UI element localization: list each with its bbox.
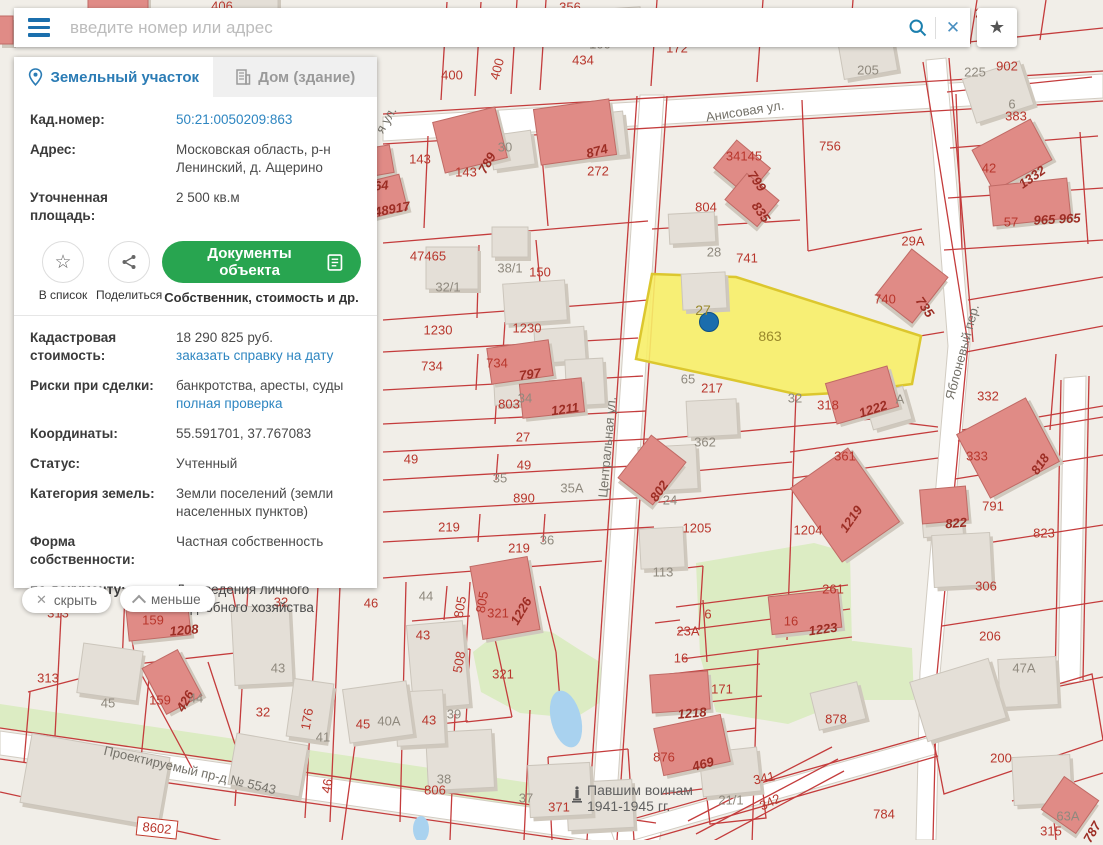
collapse-panel-button[interactable]: меньше [120,586,215,612]
docs-button-label: Документы объекта [180,245,319,279]
building-residential [876,249,948,328]
building-icon [235,69,251,85]
field-value: Частная собственность [176,534,323,549]
star-outline-icon: ☆ [42,241,84,283]
building-residential [768,589,845,638]
building-residential [920,486,972,528]
object-documents-button[interactable]: Документы объекта [162,241,361,283]
building-residential [533,99,620,169]
building-residential [989,178,1074,230]
divider [14,315,377,316]
hide-panel-button[interactable]: ✕ скрыть [22,587,111,613]
field-label: Кадастровая стоимость: [30,329,176,365]
field-link[interactable]: заказать справку на дату [176,347,361,365]
field-row: Статус:Учтенный [30,455,361,473]
field-row: Категория земель:Земли поселений (земли … [30,485,361,521]
hide-label: скрыть [54,593,97,608]
building [998,657,1062,712]
field-label: Форма собственности: [30,533,176,569]
share-button[interactable]: Поделиться [96,241,162,302]
building [503,280,571,328]
memorial-icon [571,786,583,804]
field-value: Земли поселений (земли населенных пункто… [176,486,333,519]
parcel-marker [700,313,719,332]
share-icon [108,241,150,283]
panel-tabs: Земельный участок Дом (здание) [14,57,377,97]
field-label: Кад.номер: [30,111,176,129]
field-row: Риски при сделки:банкротства, аресты, су… [30,377,361,413]
field-value: банкротства, аресты, суды [176,378,343,393]
field-value: 2 500 кв.м [176,190,240,205]
add-to-list-label: В список [30,288,96,302]
field-row: Адрес:Московская область, р-н Ленинский,… [30,141,361,177]
building-residential [470,557,544,643]
building [962,61,1037,126]
menu-button[interactable] [14,8,64,47]
building [426,247,481,293]
info-panel: Земельный участок Дом (здание) Кад.номер… [14,57,377,588]
building [343,681,417,747]
field-label: Риски при сделки: [30,377,176,413]
less-label: меньше [151,592,201,607]
search-icon[interactable] [901,8,935,47]
building [231,605,296,690]
field-value: 55.591701, 37.767083 [176,426,311,441]
tab-house-building[interactable]: Дом (здание) [213,57,377,97]
building [681,272,730,314]
field-label: Уточненная площадь: [30,189,176,225]
building [668,212,719,248]
building [77,643,146,705]
action-buttons-row: ☆ В список Поделиться Документы объекта … [30,241,361,305]
building-residential [519,378,588,422]
field-label: Статус: [30,455,176,473]
building-residential [957,398,1064,500]
tab-label: Земельный участок [50,69,199,86]
field-row: Кадастровая стоимость:18 290 825 руб. зак… [30,329,361,365]
parcel-main-fields: Кад.номер:50:21:0050209:863Адрес:Московс… [30,111,361,225]
building [228,733,310,801]
field-row: Уточненная площадь:2 500 кв.м [30,189,361,225]
field-label: Категория земель: [30,485,176,521]
field-row: Координаты:55.591701, 37.767083 [30,425,361,443]
building [686,399,741,441]
field-value: 18 290 825 руб. [176,330,273,345]
building [528,762,596,821]
tab-label: Дом (здание) [258,69,355,86]
search-input[interactable] [64,18,901,38]
building [639,527,688,573]
pin-icon [28,68,43,86]
share-label: Поделиться [96,288,162,302]
parcel-detail-fields: Кадастровая стоимость:18 290 825 руб. зак… [30,329,361,617]
close-icon: ✕ [36,592,47,608]
search-bar: ✕ [14,8,970,47]
favorites-button[interactable]: ★ [977,8,1017,47]
add-to-list-button[interactable]: ☆ В список [30,241,96,302]
field-link[interactable]: полная проверка [176,395,361,413]
docs-caption: Собственник, стоимость и др. [162,290,361,305]
building-residential [650,671,714,717]
field-label: Координаты: [30,425,176,443]
building [286,678,336,745]
building [492,227,531,261]
field-label: Адрес: [30,141,176,177]
close-icon[interactable]: ✕ [936,8,970,47]
field-value: Учтенный [176,456,237,471]
field-row: Форма собственности:Частная собственност… [30,533,361,569]
building-residential [142,650,206,717]
field-row: Кад.номер:50:21:0050209:863 [30,111,361,129]
building-residential [487,340,557,388]
document-icon [327,253,343,272]
building [932,533,996,592]
field-value: Московская область, р-н Ленинский, д. Ащ… [176,142,331,175]
field-value[interactable]: 50:21:0050209:863 [176,112,292,127]
chevron-up-icon [132,595,146,609]
tab-land-parcel[interactable]: Земельный участок [14,57,213,97]
